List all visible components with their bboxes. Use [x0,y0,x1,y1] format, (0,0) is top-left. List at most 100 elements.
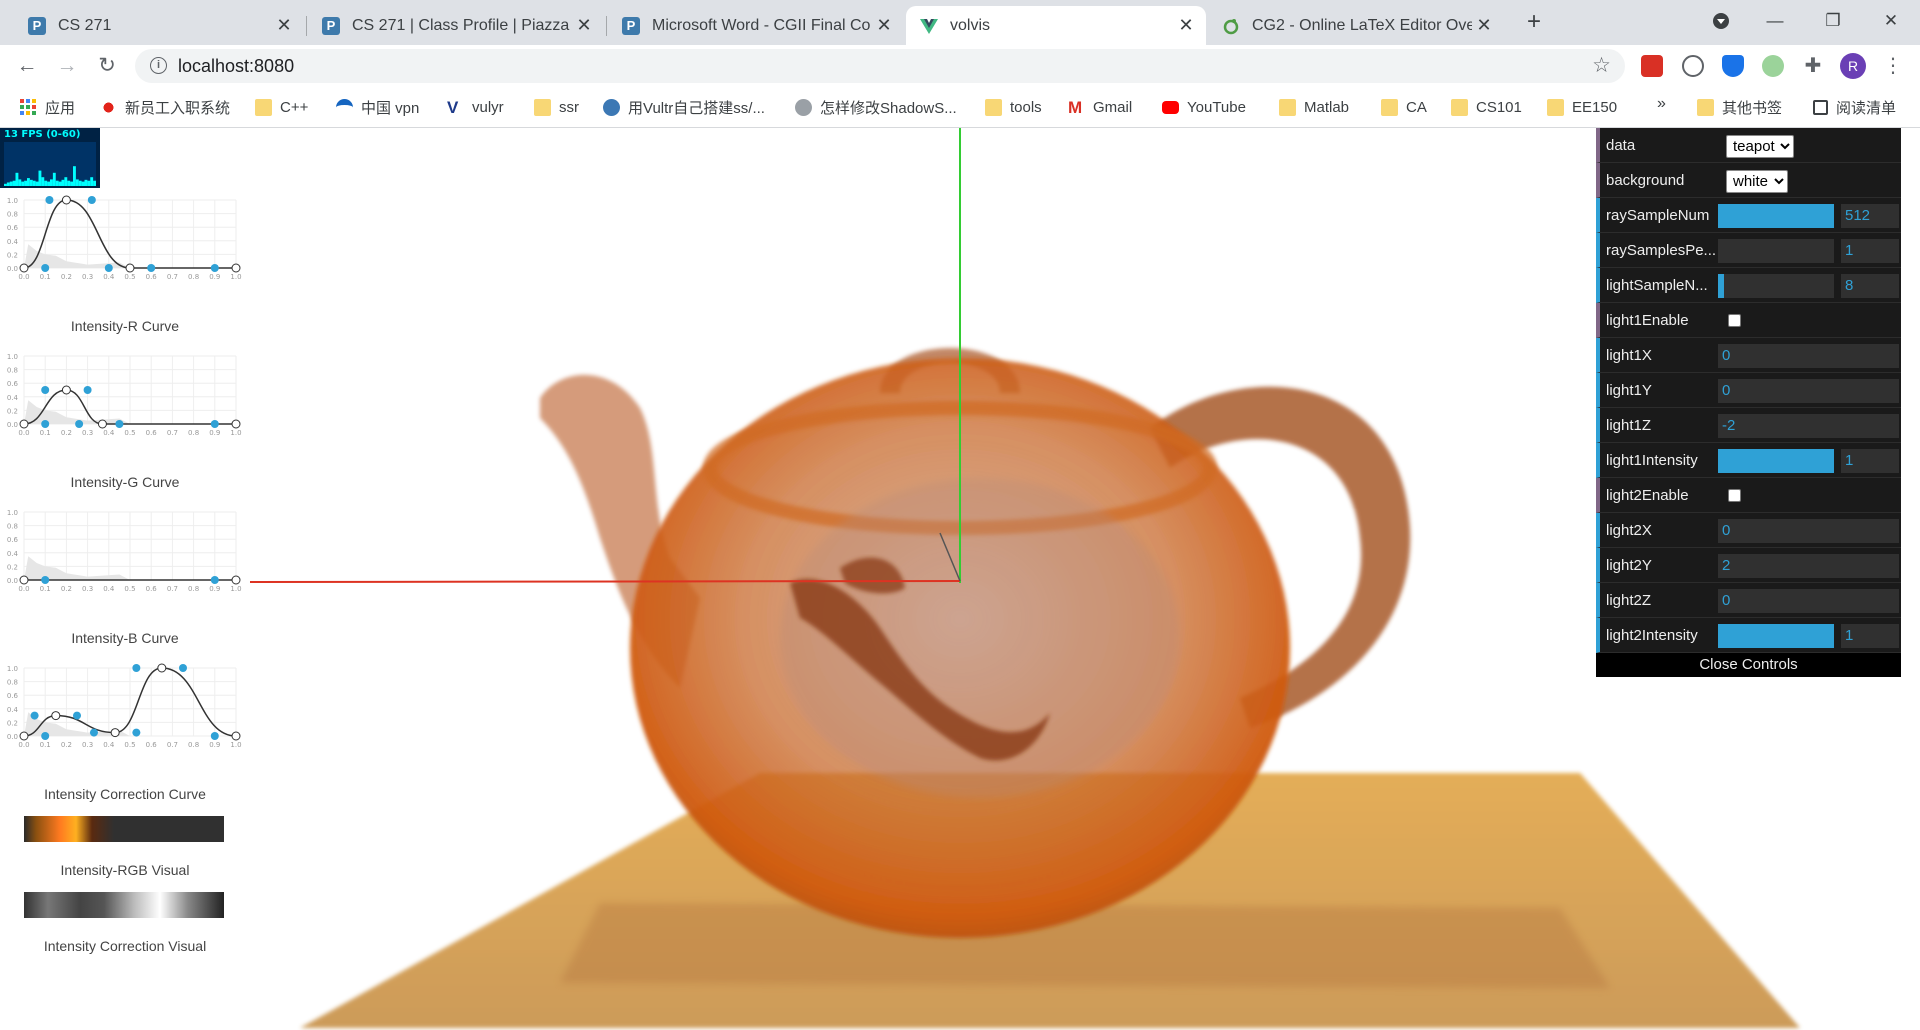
control-row-light2x: light2X 0 [1596,513,1901,548]
bookmark-ssr[interactable]: ssr [534,97,579,117]
bookmark-cpp[interactable]: C++ [255,97,308,117]
data-select[interactable]: teapot [1726,135,1794,158]
pdf-extension-icon[interactable] [1641,55,1663,77]
raysamplespe-input[interactable]: 1 [1841,239,1899,263]
bookmark-shadowsocks[interactable]: 怎样修改ShadowS... [795,97,957,117]
tab-piazza-profile[interactable]: P CS 271 | Class Profile | Piazza ✕ [308,6,604,45]
reload-icon[interactable]: ↻ [92,51,122,81]
curve-handle [87,196,96,204]
raysamplespe-slider[interactable] [1718,239,1834,263]
x-tick-label: 1.0 [230,429,241,437]
light2enable-checkbox[interactable] [1728,489,1741,502]
background-select[interactable]: white [1726,170,1788,193]
x-tick-label: 0.1 [40,741,51,749]
reading-list[interactable]: 阅读清单 [1813,97,1896,117]
close-controls-button[interactable]: Close Controls [1596,653,1901,677]
close-icon[interactable]: ✕ [1174,15,1198,36]
intensity-r-curve-chart[interactable]: 0.0 0.1 0.2 0.3 0.4 0.5 0.6 0.7 0.8 0.9 1.0 1.0 0.8 0… [0,194,250,284]
tab-word-doc[interactable]: P Microsoft Word - CGII Final Co ✕ [608,6,904,45]
bookmark-onboarding[interactable]: 新员工入职系统 [100,97,230,117]
y-tick-label: 0.4 [7,706,19,714]
info-icon[interactable]: i [150,57,167,74]
fps-label: 13 FPS (0-60) [4,129,81,140]
overleaf-icon [1222,17,1240,35]
fps-bar [55,180,59,186]
puzzle-extensions-icon[interactable]: ✚ [1802,55,1824,77]
intensity-b-curve-chart[interactable]: 0.0 0.1 0.2 0.3 0.4 0.5 0.6 0.7 0.8 0.9 1.0 1.0 0.8 0… [0,506,250,596]
curve-control-point [19,263,29,273]
fps-meter[interactable]: 13 FPS (0-60) [0,128,100,188]
lightsamplen-input[interactable]: 8 [1841,274,1899,298]
bookmark-ee150[interactable]: EE150 [1547,97,1617,117]
bookmark-matlab[interactable]: Matlab [1279,97,1349,117]
cloud-extension-icon[interactable] [1682,55,1704,77]
light1y-input[interactable]: 0 [1718,379,1899,403]
intensity-correction-curve-chart[interactable]: 0.0 0.1 0.2 0.3 0.4 0.5 0.6 0.7 0.8 0.9 1.0 1.0 0.8 0… [0,662,250,752]
bookmark-apps[interactable]: 应用 [20,97,75,117]
x-tick-label: 0.9 [209,741,220,749]
light1z-input[interactable]: -2 [1718,414,1899,438]
control-label: lightSampleN... [1606,277,1708,294]
bookmark-cs101[interactable]: CS101 [1451,97,1522,117]
light1x-input[interactable]: 0 [1718,344,1899,368]
bookmark-vulyr[interactable]: V vulyr [447,97,504,117]
other-bookmarks[interactable]: 其他书签 [1697,97,1782,117]
curve-handle [89,728,98,737]
url-text[interactable]: localhost:8080 [178,56,294,77]
x-tick-label: 0.8 [188,429,199,437]
intensity-g-curve-chart[interactable]: 0.0 0.1 0.2 0.3 0.4 0.5 0.6 0.7 0.8 0.9 1.0 1.0 0.8 0… [0,350,250,440]
maximize-icon[interactable]: ❐ [1810,6,1856,36]
tab-title: Microsoft Word - CGII Final Co [652,16,871,34]
light2x-input[interactable]: 0 [1718,519,1899,543]
curve-handle [30,711,39,720]
bookmark-youtube[interactable]: YouTube [1162,97,1246,117]
bookmark-vultr[interactable]: 用Vultr自己搭建ss/... [603,97,765,117]
raysamplenum-input[interactable]: 512 [1841,204,1899,228]
back-icon[interactable]: ← [12,51,42,81]
light1intensity-slider[interactable] [1718,449,1834,473]
kebab-menu-icon[interactable]: ⋮ [1880,51,1906,81]
bookmark-vpn[interactable]: 中国 vpn [336,97,419,117]
fps-bar [15,172,19,186]
control-label: light1Enable [1606,312,1689,329]
bookmark-ca[interactable]: CA [1381,97,1427,117]
tab-search-icon[interactable] [1698,6,1744,36]
light2intensity-input[interactable]: 1 [1841,624,1899,648]
close-icon[interactable]: ✕ [272,15,296,36]
control-label: raySamplesPe... [1606,242,1717,259]
light2intensity-slider[interactable] [1718,624,1834,648]
intensity-correction-visual-label: Intensity Correction Visual [43,938,207,954]
window-close-icon[interactable]: ✕ [1868,6,1914,36]
bookmarks-overflow-button[interactable]: » [1657,95,1666,113]
folder-icon [1451,98,1468,116]
minimize-icon[interactable]: — [1752,6,1798,36]
light2y-input[interactable]: 2 [1718,554,1899,578]
v-logo-icon: V [447,97,459,117]
shield-extension-icon[interactable] [1722,55,1744,77]
profile-avatar[interactable]: R [1840,53,1866,79]
tab-cs271[interactable]: P CS 271 ✕ [14,6,304,45]
bookmark-tools[interactable]: tools [985,97,1042,117]
circle-extension-icon[interactable] [1762,55,1784,77]
y-tick-label: 0.2 [7,251,18,259]
light1intensity-input[interactable]: 1 [1841,449,1899,473]
x-tick-label: 0.0 [18,585,29,593]
tab-overleaf[interactable]: CG2 - Online LaTeX Editor Ove ✕ [1208,6,1504,45]
light2z-input[interactable]: 0 [1718,589,1899,613]
bookmark-star-icon[interactable]: ☆ [1592,53,1611,78]
close-icon[interactable]: ✕ [872,15,896,36]
tab-volvis[interactable]: volvis ✕ [906,6,1206,45]
histogram-area [24,556,130,580]
curve-control-point [231,419,241,429]
close-icon[interactable]: ✕ [572,15,596,36]
close-icon[interactable]: ✕ [1472,15,1496,36]
raysamplenum-slider[interactable] [1718,204,1834,228]
x-tick-label: 0.2 [61,741,72,749]
new-tab-button[interactable]: + [1520,8,1548,36]
forward-icon[interactable]: → [52,51,82,81]
lightsamplen-slider[interactable] [1718,274,1834,298]
light1enable-checkbox[interactable] [1728,314,1741,327]
address-bar[interactable]: i localhost:8080 ☆ [135,49,1625,83]
bookmark-gmail[interactable]: M Gmail [1068,97,1132,117]
control-row-light1enable: light1Enable [1596,303,1901,338]
